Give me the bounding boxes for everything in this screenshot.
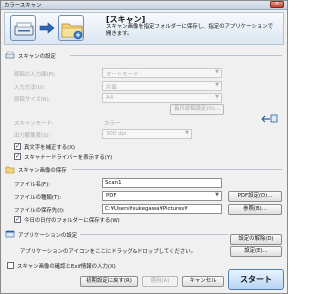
paper-size-label: 原稿サイズ(R): [14,97,51,103]
file-name-label: ファイル名(F): [14,182,51,188]
paper-source-select[interactable]: オートモード ▼ [102,68,222,78]
paper-source-label: 原稿の入力面(P): [14,72,56,78]
show-driver-checkbox-label: スキャナードライバーを表示する(Y) [24,155,113,161]
show-driver-checkbox[interactable] [14,152,21,160]
save-icon [5,164,15,174]
resolution-select[interactable]: 300 dpi ▼ [102,129,192,139]
section-divider [80,234,228,235]
input-method-select[interactable]: 片面 ▼ [102,81,222,91]
confirm-exif-checkbox[interactable] [7,262,14,269]
save-settings-section-label: スキャン画像の保存 [18,168,67,174]
scan-settings-section-label: スキャンの設定 [18,54,56,60]
clear-settings-button[interactable]: 設定の解除(D) [230,234,282,245]
link-icon[interactable] [260,113,278,123]
app-icon [5,229,15,239]
scanner-icon [5,50,15,60]
reset-defaults-button[interactable]: 初期設定に戻す(R) [80,276,138,287]
date-subfolder-checkbox-label: 今日の日付のフォルダーに保存する(W) [24,218,120,224]
paper-size-select[interactable]: A4 ▼ [102,93,222,103]
resolution-label: 出力解像度(S): [14,133,51,139]
input-method-label: 入力方法(U): [14,85,46,91]
section-divider [70,55,282,56]
header-description: スキャン画像を指定フォルダーに保存し、指定のアプリケーションで開きます。 [106,24,274,37]
arrow-icon [39,22,55,34]
apply-button[interactable]: 適用(A) [142,276,178,287]
save-location-input[interactable] [102,204,222,214]
browse-button[interactable]: 参照(B)... [228,204,282,215]
section-divider [72,169,282,170]
straighten-checkbox[interactable] [14,142,21,150]
folder-icon [58,15,84,41]
app-settings-button[interactable]: 設定(E)... [230,246,282,257]
long-paper-settings-button[interactable]: 長尺原稿設定(O)... [170,104,224,115]
close-button[interactable]: × [270,1,284,8]
date-subfolder-checkbox[interactable] [14,215,21,223]
window-title: カラースキャン [4,3,42,9]
start-button[interactable]: スタート [228,269,284,290]
app-settings-section-label: アプリケーションの設定 [18,233,78,239]
pdf-settings-button[interactable]: PDF設定(D)... [228,191,282,202]
scan-mode-label: スキャンモード: [14,121,54,127]
file-type-select[interactable]: PDF ▼ [102,191,222,201]
file-type-label: ファイルの種類(T): [14,195,62,201]
save-location-label: ファイルの保存先(I): [14,208,65,214]
app-drop-hint[interactable]: アプリケーションのアイコンをここにドラッグ&ドロップしてください。 [20,247,196,255]
file-name-input[interactable] [102,178,222,188]
confirm-exif-checkbox-label: スキャン画像の確認とExif情報の入力(X) [17,264,116,270]
scanner-icon [10,15,36,41]
straighten-checkbox-label: 真文字を補正する(X) [24,145,76,151]
scan-mode-value: カラー [104,121,121,127]
cancel-button[interactable]: キャンセル [182,276,224,287]
title-bar [1,1,287,10]
